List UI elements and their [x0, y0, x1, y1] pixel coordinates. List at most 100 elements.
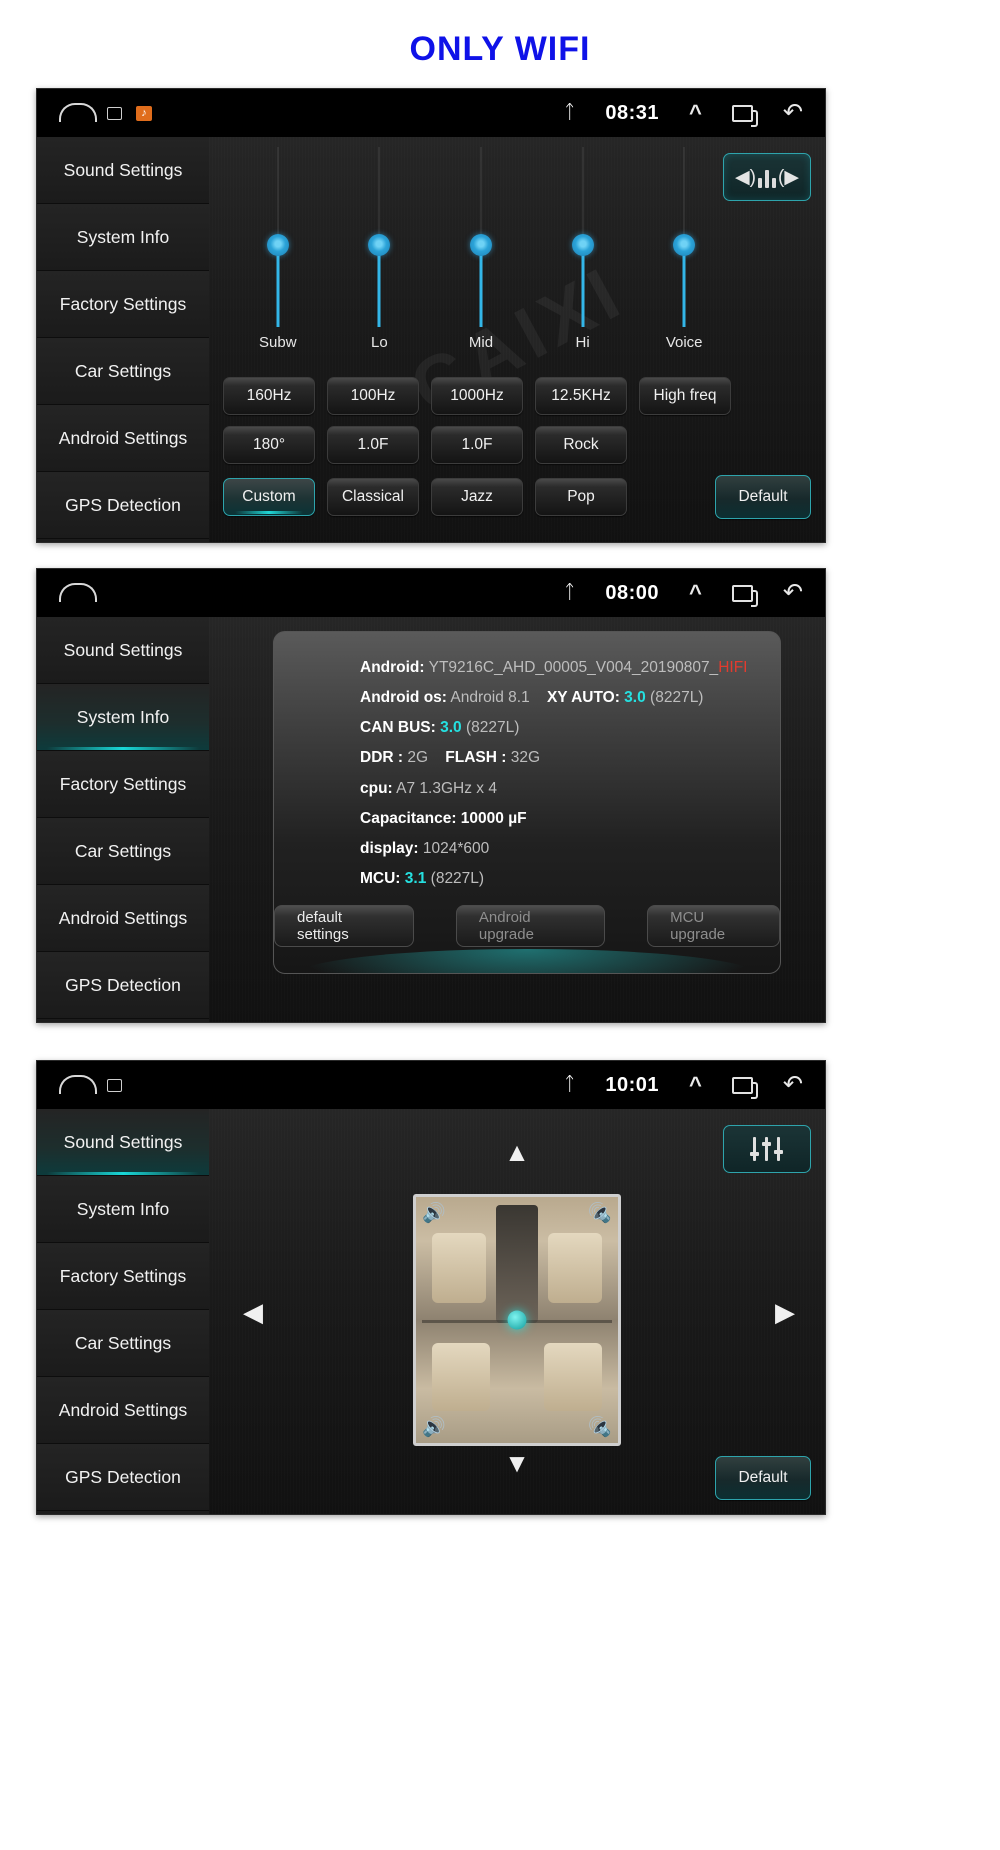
- info-row-ddr-flash: DDR : 2G FLASH : 32G: [274, 748, 780, 768]
- home-icon[interactable]: [59, 1075, 97, 1094]
- recents-icon[interactable]: [731, 584, 758, 607]
- sidebar-item-system-info[interactable]: System Info: [37, 204, 209, 271]
- preset-row-parameters: 180° 1.0F 1.0F Rock: [223, 426, 811, 464]
- bluetooth-icon: ᛏ: [563, 582, 576, 603]
- arrow-right-button[interactable]: ▶: [775, 1299, 795, 1325]
- freq-button-100hz[interactable]: 100Hz: [327, 377, 419, 415]
- slider-knob[interactable]: [673, 234, 696, 256]
- sidebar-item-gps-detection[interactable]: GPS Detection: [37, 952, 209, 1019]
- sidebar-item-factory-settings[interactable]: Factory Settings: [37, 271, 209, 338]
- car-seats-image[interactable]: 🔊 🔊 🔊 🔊: [413, 1193, 621, 1446]
- arrow-up-button[interactable]: ▲: [504, 1139, 530, 1165]
- status-clock: 08:00: [605, 581, 660, 604]
- status-bar-left: [59, 583, 97, 602]
- mode-button-pop[interactable]: Pop: [535, 478, 627, 516]
- sidebar-item-sound-settings[interactable]: Sound Settings: [37, 137, 209, 204]
- freq-button-1000hz[interactable]: 1000Hz: [431, 377, 523, 415]
- sidebar-item-factory-settings[interactable]: Factory Settings: [37, 751, 209, 818]
- arrow-down-button[interactable]: ▼: [504, 1450, 530, 1476]
- slider-knob[interactable]: [368, 234, 391, 256]
- param-button-q2[interactable]: 1.0F: [431, 426, 523, 464]
- param-button-rock[interactable]: Rock: [535, 426, 627, 464]
- back-icon[interactable]: ↶: [783, 581, 803, 605]
- sidebar-item-factory-settings[interactable]: Factory Settings: [37, 1243, 209, 1310]
- home-icon[interactable]: [59, 103, 97, 122]
- sidebar-item-android-settings[interactable]: Android Settings: [37, 1377, 209, 1444]
- sidebar-item-android-settings[interactable]: Android Settings: [37, 405, 209, 472]
- eq-slider-label: Hi: [575, 334, 590, 351]
- default-settings-button[interactable]: default settings: [274, 905, 414, 947]
- eq-slider-voice[interactable]: Voice: [649, 147, 719, 351]
- default-button[interactable]: Default: [715, 1456, 811, 1500]
- sidebar-item-android-settings[interactable]: Android Settings: [37, 885, 209, 952]
- eq-slider-label: Mid: [468, 334, 494, 351]
- param-button-phase[interactable]: 180°: [223, 426, 315, 464]
- sidebar-item-label: Car Settings: [74, 840, 172, 861]
- sidebar-item-label: GPS Detection: [65, 1466, 181, 1487]
- freq-button-12-5khz[interactable]: 12.5KHz: [535, 377, 627, 415]
- home-icon[interactable]: [59, 583, 97, 602]
- status-bar: ᛏ 10:01 ^ ↶: [37, 1061, 825, 1109]
- sound-focus-dot[interactable]: [507, 1310, 527, 1330]
- eq-slider-lo[interactable]: Lo: [344, 147, 414, 351]
- mcu-upgrade-button[interactable]: MCU upgrade: [647, 905, 780, 947]
- status-bar-left: [59, 1075, 122, 1094]
- mode-button-classical[interactable]: Classical: [327, 478, 419, 516]
- chevron-up-icon[interactable]: ^: [689, 1072, 702, 1098]
- sidebar-item-label: System Info: [76, 706, 170, 727]
- eq-slider-mid[interactable]: Mid: [446, 147, 516, 351]
- back-icon[interactable]: ↶: [783, 101, 803, 125]
- status-clock: 08:31: [605, 101, 660, 124]
- chevron-up-icon[interactable]: ^: [689, 100, 702, 126]
- equalizer-main-area: CAIXI ◀) (▶ Subw Lo Mid Hi Voice 160Hz 1…: [209, 137, 825, 542]
- freq-button-160hz[interactable]: 160Hz: [223, 377, 315, 415]
- back-icon[interactable]: ↶: [783, 1073, 803, 1097]
- system-info-buttons: default settings Android upgrade MCU upg…: [274, 905, 780, 947]
- sidebar-item-label: GPS Detection: [65, 494, 181, 515]
- sidebar-item-label: Sound Settings: [63, 1131, 183, 1152]
- recents-icon[interactable]: [731, 1076, 758, 1099]
- mode-button-custom[interactable]: Custom: [223, 478, 315, 516]
- screenshot-panel-equalizer: ♪ ᛏ 08:31 ^ ↶ Sound Settings System Info…: [36, 88, 826, 543]
- info-value-version: 3.0: [440, 719, 462, 737]
- freq-button-high-freq[interactable]: High freq: [639, 377, 731, 415]
- speaker-rear-left-icon: 🔊: [422, 1416, 446, 1438]
- slider-knob[interactable]: [571, 234, 594, 256]
- seat-rear-left: [432, 1342, 490, 1411]
- sidebar-item-system-info[interactable]: System Info: [37, 1176, 209, 1243]
- speaker-balance-icon-button[interactable]: ◀) (▶: [723, 153, 811, 201]
- info-value: YT9216C_AHD_00005_V004_20190807_: [428, 659, 719, 676]
- arrow-left-button[interactable]: ◀: [243, 1299, 263, 1325]
- chevron-up-icon[interactable]: ^: [689, 580, 702, 606]
- eq-slider-label: Lo: [371, 334, 388, 351]
- sidebar-item-sound-settings[interactable]: Sound Settings: [37, 617, 209, 684]
- sidebar-item-system-info[interactable]: System Info: [37, 684, 209, 751]
- default-button[interactable]: Default: [715, 475, 811, 519]
- slider-knob[interactable]: [266, 234, 289, 256]
- panel-body: Sound Settings System Info Factory Setti…: [37, 1109, 825, 1514]
- param-button-q1[interactable]: 1.0F: [327, 426, 419, 464]
- sidebar-menu: Sound Settings System Info Factory Setti…: [37, 137, 209, 542]
- recents-icon[interactable]: [731, 104, 758, 127]
- sidebar-item-car-settings[interactable]: Car Settings: [37, 1310, 209, 1377]
- info-value-version: 3.1: [404, 869, 427, 887]
- sidebar-item-label: Car Settings: [74, 1332, 172, 1353]
- sidebar-item-gps-detection[interactable]: GPS Detection: [37, 472, 209, 539]
- sidebar-item-sound-settings[interactable]: Sound Settings: [37, 1109, 209, 1176]
- sidebar-item-car-settings[interactable]: Car Settings: [37, 818, 209, 885]
- sidebar-item-label: Sound Settings: [63, 159, 183, 180]
- eq-slider-subw[interactable]: Subw: [243, 147, 313, 351]
- info-value: Android 8.1: [450, 689, 530, 707]
- sidebar-item-gps-detection[interactable]: GPS Detection: [37, 1444, 209, 1511]
- android-upgrade-button[interactable]: Android upgrade: [455, 905, 606, 947]
- info-row-display: display: 1024*600: [274, 839, 780, 859]
- sd-card-icon: [107, 106, 122, 120]
- eq-slider-hi[interactable]: Hi: [548, 147, 618, 351]
- sidebar-item-car-settings[interactable]: Car Settings: [37, 338, 209, 405]
- sd-card-icon: [107, 1078, 122, 1092]
- speaker-left-icon: ◀): [735, 166, 756, 188]
- slider-knob[interactable]: [469, 234, 492, 256]
- mode-button-jazz[interactable]: Jazz: [431, 478, 523, 516]
- seat-rear-right: [544, 1342, 602, 1411]
- info-row-cpu: cpu: A7 1.3GHz x 4: [274, 779, 780, 799]
